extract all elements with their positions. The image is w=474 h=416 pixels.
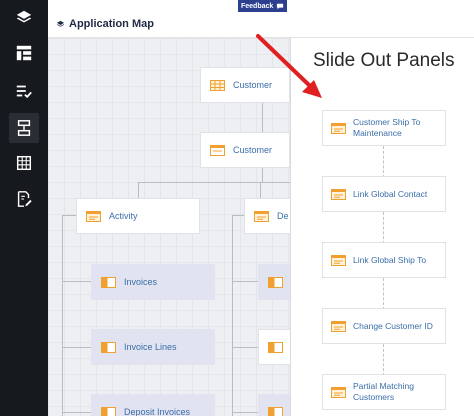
connector <box>260 182 261 198</box>
form-icon <box>331 188 346 200</box>
panel-item-change-customer-id[interactable]: Change Customer ID <box>322 308 446 344</box>
form-icon <box>86 210 101 222</box>
grid-icon <box>210 79 225 91</box>
connector <box>62 347 91 348</box>
connector <box>262 168 263 183</box>
layout-icon[interactable] <box>9 38 39 68</box>
list-check-icon[interactable] <box>9 76 39 106</box>
node-label: Customer <box>233 145 273 155</box>
partial-child-node[interactable] <box>258 329 290 365</box>
connector <box>383 278 384 310</box>
layers-small-icon <box>56 20 65 27</box>
callout-arrow-icon <box>256 34 322 98</box>
form-icon <box>331 320 346 332</box>
panel-item-label: Link Global Contact <box>353 188 428 199</box>
flow-icon[interactable] <box>9 113 39 143</box>
chat-icon <box>277 3 284 9</box>
table-icon[interactable] <box>9 148 39 178</box>
partial-child-node[interactable] <box>258 264 290 300</box>
activity-node[interactable]: Activity <box>76 198 200 234</box>
connector <box>232 281 258 282</box>
split-panel-icon <box>101 341 116 353</box>
panel-item-label: Customer Ship To Maintenance <box>353 117 421 138</box>
form-icon <box>331 254 346 266</box>
connector <box>138 182 290 183</box>
split-panel-icon <box>268 341 283 353</box>
split-panel-icon <box>101 276 116 288</box>
feedback-button[interactable]: Feedback <box>238 0 288 12</box>
connector <box>232 412 258 413</box>
form-icon <box>210 144 225 156</box>
feedback-label: Feedback <box>241 2 274 10</box>
document-edit-icon[interactable] <box>9 184 39 214</box>
form-icon <box>254 210 269 222</box>
node-label: Invoice Lines <box>124 342 177 352</box>
connector <box>262 103 263 133</box>
connector <box>383 212 384 244</box>
connector <box>383 146 384 178</box>
connector <box>62 215 76 216</box>
layers-icon[interactable] <box>9 3 39 33</box>
connector <box>383 344 384 376</box>
partial-child-node[interactable] <box>258 394 290 416</box>
page-title-text: Application Map <box>69 18 154 30</box>
page-title: Application Map <box>56 18 154 30</box>
node-label: Activity <box>109 211 138 221</box>
deposit-invoices-node[interactable]: Deposit Invoices <box>91 394 215 416</box>
left-sidebar <box>0 0 48 416</box>
node-label: Invoices <box>124 277 158 287</box>
node-label: Deposit Invoices <box>124 407 191 416</box>
panel-item-link-global-ship-to[interactable]: Link Global Ship To <box>322 242 446 278</box>
split-panel-icon <box>268 276 283 288</box>
panel-item-customer-ship-to-maintenance[interactable]: Customer Ship To Maintenance <box>322 110 446 146</box>
connector <box>62 412 91 413</box>
form-icon <box>331 122 346 134</box>
partial-node[interactable]: De <box>244 198 290 234</box>
invoice-lines-node[interactable]: Invoice Lines <box>91 329 215 365</box>
customer-form-node[interactable]: Customer <box>200 132 290 168</box>
panel-item-label: Link Global Ship To <box>353 254 427 265</box>
form-icon <box>331 386 346 398</box>
panel-item-label: Change Customer ID <box>353 320 433 331</box>
connector <box>62 215 63 416</box>
panel-item-label: Partial Matching Customers <box>353 381 414 402</box>
connector <box>138 182 139 198</box>
connector <box>232 215 244 216</box>
connector <box>232 215 233 416</box>
connector <box>62 281 91 282</box>
panel-item-partial-matching-customers[interactable]: Partial Matching Customers <box>322 374 446 410</box>
panel-item-link-global-contact[interactable]: Link Global Contact <box>322 176 446 212</box>
node-label: De <box>277 211 289 221</box>
split-panel-icon <box>101 406 116 416</box>
invoices-node[interactable]: Invoices <box>91 264 215 300</box>
connector <box>232 347 258 348</box>
split-panel-icon <box>268 406 283 416</box>
